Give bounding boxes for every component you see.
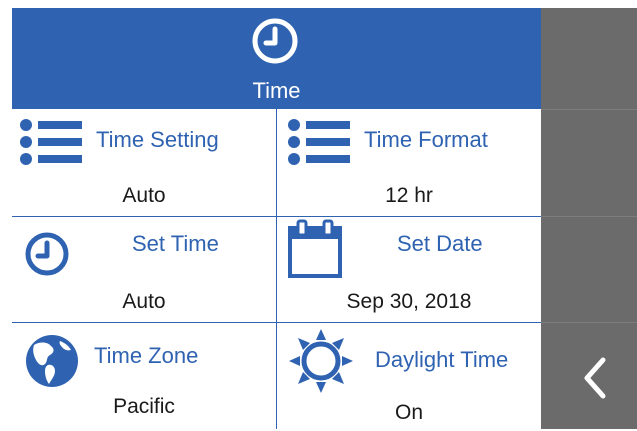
time-zone-tile[interactable]: Time Zone Pacific: [12, 323, 276, 429]
daylight-time-value: On: [394, 401, 423, 424]
set-time-value: Auto: [122, 290, 166, 313]
calendar-icon: [288, 219, 342, 278]
header: Time: [12, 8, 541, 109]
time-settings-screen: Time Time Setting Auto Time Format 12 hr…: [12, 8, 541, 429]
set-date-value: Sep 30, 2018: [346, 290, 472, 313]
set-time-tile[interactable]: Set Time Auto: [12, 217, 276, 322]
time-zone-label: Time Zone: [94, 343, 199, 368]
time-setting-tile[interactable]: Time Setting Auto: [12, 109, 276, 216]
time-zone-value: Pacific: [113, 395, 175, 418]
clock-icon: [25, 232, 69, 276]
page-title: Time: [252, 78, 301, 103]
clock-icon: [252, 18, 298, 64]
time-format-value: 12 hr: [385, 184, 433, 207]
sidebar-divider: [541, 216, 637, 217]
sun-icon: [289, 329, 353, 393]
time-format-label: Time Format: [364, 127, 488, 152]
grid-divider: [12, 322, 541, 323]
time-setting-value: Auto: [122, 184, 166, 207]
sidebar-divider: [541, 109, 637, 110]
set-date-tile[interactable]: Set Date Sep 30, 2018: [277, 217, 541, 322]
list-icon: [20, 119, 82, 165]
list-icon: [288, 119, 350, 165]
time-setting-label: Time Setting: [96, 127, 219, 152]
time-format-tile[interactable]: Time Format 12 hr: [277, 109, 541, 216]
set-date-label: Set Date: [397, 231, 483, 256]
grid-divider: [276, 109, 277, 429]
sidebar: [541, 8, 637, 429]
chevron-left-icon[interactable]: [581, 356, 609, 400]
daylight-time-label: Daylight Time: [375, 347, 509, 372]
daylight-time-tile[interactable]: Daylight Time On: [277, 323, 541, 429]
grid-divider: [12, 216, 541, 217]
globe-icon: [26, 335, 78, 387]
set-time-label: Set Time: [132, 231, 219, 256]
sidebar-divider: [541, 322, 637, 323]
